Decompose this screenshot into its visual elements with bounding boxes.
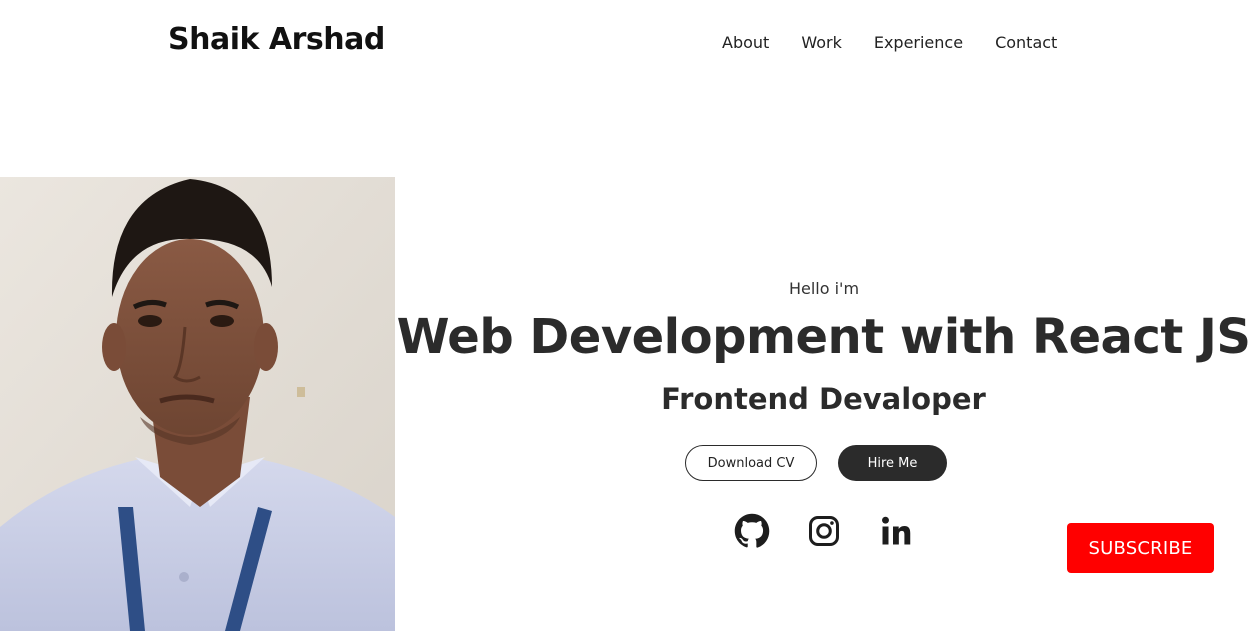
- linkedin-icon[interactable]: [878, 513, 914, 549]
- download-cv-button[interactable]: Download CV: [685, 445, 817, 481]
- nav-experience[interactable]: Experience: [874, 33, 963, 52]
- subscribe-button[interactable]: SUBSCRIBE: [1067, 523, 1214, 573]
- brand-name[interactable]: Shaik Arshad: [168, 22, 385, 57]
- role-title: Frontend Devaloper: [661, 382, 986, 416]
- nav-work[interactable]: Work: [801, 33, 842, 52]
- greeting-text: Hello i'm: [788, 279, 860, 298]
- hero-title: Web Development with React JS: [396, 309, 1248, 365]
- github-icon[interactable]: [734, 513, 770, 549]
- hire-me-button[interactable]: Hire Me: [838, 445, 947, 481]
- profile-photo: [0, 177, 395, 631]
- main-nav: About Work Experience Contact: [722, 33, 1089, 52]
- instagram-icon[interactable]: [806, 513, 842, 549]
- nav-contact[interactable]: Contact: [995, 33, 1057, 52]
- nav-about[interactable]: About: [722, 33, 769, 52]
